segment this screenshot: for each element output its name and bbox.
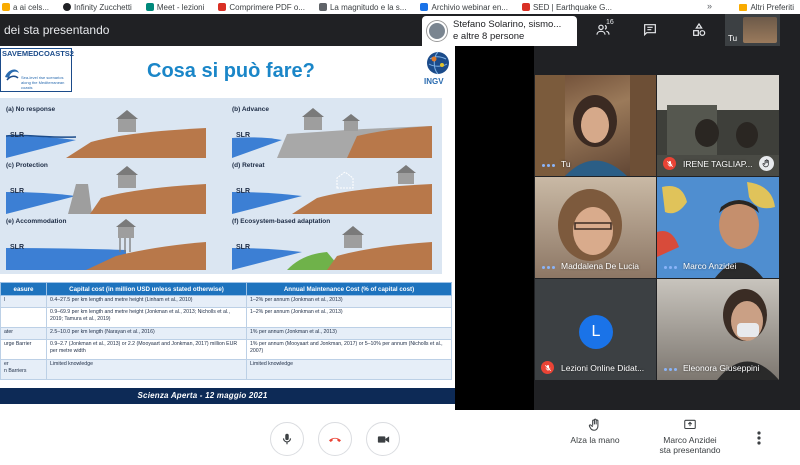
bookmark-icon bbox=[420, 3, 429, 11]
more-options-icon[interactable] bbox=[754, 430, 764, 446]
presenting-info-button[interactable]: Marco Anzidei sta presentando bbox=[650, 418, 730, 455]
self-video bbox=[743, 17, 777, 43]
panel-illustration bbox=[232, 165, 432, 214]
bookmark-icon bbox=[145, 3, 154, 11]
bookmark-item[interactable]: La magnitudo e la s... bbox=[318, 3, 406, 12]
panel-illustration bbox=[232, 226, 432, 270]
bookmark-item[interactable]: SED | Earthquake G... bbox=[521, 3, 612, 12]
participant-tile[interactable]: IRENE TAGLIAP... bbox=[657, 75, 779, 176]
panel-accommodation: (e) Accommodation SLR bbox=[6, 218, 206, 270]
audio-indicator bbox=[542, 164, 555, 167]
table-row: ater 2.5–10.0 per km length (Narayan et … bbox=[0, 327, 452, 340]
participant-tile[interactable]: Tu bbox=[535, 75, 656, 176]
panel-illustration bbox=[232, 108, 432, 158]
ingv-label: INGV bbox=[424, 77, 444, 86]
participant-name: Lezioni Online Didat... bbox=[561, 363, 645, 373]
shared-screen: SAVEMEDCOASTS2 Sea-level rise scenarios … bbox=[0, 46, 534, 410]
slide-footer-text: Scienza Aperta - 12 maggio 2021 bbox=[137, 391, 268, 400]
bookmark-icon bbox=[318, 3, 327, 11]
bookmark-item[interactable]: Archivio webinar en... bbox=[420, 3, 508, 12]
panel-illustration bbox=[6, 166, 206, 214]
audio-indicator bbox=[542, 266, 555, 269]
presenter-avatar bbox=[427, 21, 447, 41]
shapes-icon bbox=[693, 22, 706, 36]
control-bar: Alza la mano Marco Anzidei sta presentan… bbox=[0, 410, 800, 465]
savemedcoasts-logo: SAVEMEDCOASTS2 Sea-level rise scenarios … bbox=[0, 48, 74, 92]
raised-hand-icon bbox=[759, 156, 774, 171]
panel-illustration bbox=[6, 110, 206, 158]
panel-protection: (c) Protection SLR bbox=[6, 162, 206, 214]
participant-avatar: L bbox=[579, 315, 613, 349]
bookmark-icon bbox=[521, 3, 530, 11]
participant-video bbox=[535, 75, 656, 176]
presenter-others: e altre 8 persone bbox=[453, 31, 525, 42]
leave-call-button[interactable] bbox=[318, 422, 352, 456]
audio-indicator bbox=[664, 266, 677, 269]
slide-title: Cosa si può fare? bbox=[147, 60, 315, 82]
bookmarks-bar: a ai cels... Infinity Zucchetti Meet - l… bbox=[0, 0, 800, 14]
bookmark-item[interactable]: Comprimere PDF o... bbox=[218, 3, 305, 12]
presenter-chip[interactable]: Stefano Solarino, sismo... e altre 8 per… bbox=[422, 16, 577, 46]
self-view-thumbnail[interactable]: Tu bbox=[725, 14, 780, 46]
participant-name: Tu bbox=[561, 159, 571, 169]
participant-tile[interactable]: L Lezioni Online Didat... bbox=[535, 279, 656, 380]
bookmark-icon bbox=[2, 3, 10, 11]
people-count: 16 bbox=[606, 19, 614, 26]
participant-name: Maddalena De Lucia bbox=[561, 261, 639, 271]
meet-header: dei sta presentando bbox=[0, 14, 800, 46]
raise-hand-icon bbox=[588, 418, 599, 431]
participant-tile[interactable]: Eleonora Giuseppini bbox=[657, 279, 779, 380]
bookmark-icon bbox=[218, 3, 227, 11]
slide: SAVEMEDCOASTS2 Sea-level rise scenarios … bbox=[0, 46, 455, 410]
camera-icon bbox=[377, 435, 389, 443]
meet-window: a ai cels... Infinity Zucchetti Meet - l… bbox=[0, 0, 800, 465]
presenting-title: dei sta presentando bbox=[4, 23, 110, 37]
panel-illustration bbox=[6, 219, 206, 270]
bookmarks-overflow-button[interactable]: » bbox=[707, 1, 712, 11]
table-header-row: easure Capital cost (in million USD unle… bbox=[0, 282, 452, 296]
microphone-button[interactable] bbox=[270, 422, 304, 456]
mic-off-icon bbox=[663, 157, 676, 170]
other-bookmarks-folder[interactable]: Altri Preferiti bbox=[739, 0, 794, 14]
self-label: Tu bbox=[728, 34, 738, 43]
table-row: l 0.4–27.5 per km length and metre heigh… bbox=[0, 295, 452, 308]
panel-advance: (b) Advance SLR bbox=[232, 106, 432, 158]
presenter-name: Stefano Solarino, sismo... bbox=[453, 19, 562, 30]
participant-name: Marco Anzidei bbox=[683, 261, 737, 271]
hang-up-icon bbox=[329, 437, 341, 442]
cost-table: easure Capital cost (in million USD unle… bbox=[0, 282, 452, 380]
table-row: 0.9–69.9 per km length and metre height … bbox=[0, 307, 452, 328]
bookmark-item[interactable]: Meet - lezioni bbox=[145, 3, 204, 12]
participant-tile[interactable]: Maddalena De Lucia bbox=[535, 177, 656, 278]
participant-tile[interactable]: Marco Anzidei bbox=[657, 177, 779, 278]
raise-hand-button[interactable]: Alza la mano bbox=[563, 418, 627, 445]
panel-retreat: (d) Retreat SLR bbox=[232, 162, 432, 214]
bookmark-item[interactable]: Infinity Zucchetti bbox=[63, 3, 132, 12]
participant-name: IRENE TAGLIAP... bbox=[683, 159, 753, 169]
audio-indicator bbox=[664, 368, 677, 371]
microphone-icon bbox=[282, 433, 292, 445]
bookmark-item[interactable]: a ai cels... bbox=[2, 3, 49, 12]
chat-icon bbox=[644, 24, 656, 37]
panel-ecosystem-adaptation: (f) Ecosystem-based adaptation SLR bbox=[232, 218, 432, 270]
table-row: urge Barrier 0.9–2.7 (Jonkman et al., 20… bbox=[0, 339, 452, 360]
adaptation-diagram: (a) No response SLR (b) Advance SLR (c) … bbox=[0, 98, 442, 274]
table-row: er n Barriers Limited knowledge Limited … bbox=[0, 359, 452, 380]
mic-off-icon bbox=[541, 361, 554, 374]
participant-name: Eleonora Giuseppini bbox=[683, 363, 760, 373]
activities-button[interactable] bbox=[686, 14, 712, 46]
bookmark-icon bbox=[63, 3, 72, 11]
wave-logo-icon bbox=[5, 69, 19, 81]
camera-button[interactable] bbox=[366, 422, 400, 456]
present-screen-icon bbox=[684, 419, 696, 430]
chat-button[interactable] bbox=[637, 14, 663, 46]
panel-no-response: (a) No response SLR bbox=[6, 106, 206, 158]
people-button[interactable]: 16 bbox=[588, 14, 618, 46]
folder-icon bbox=[739, 3, 748, 11]
